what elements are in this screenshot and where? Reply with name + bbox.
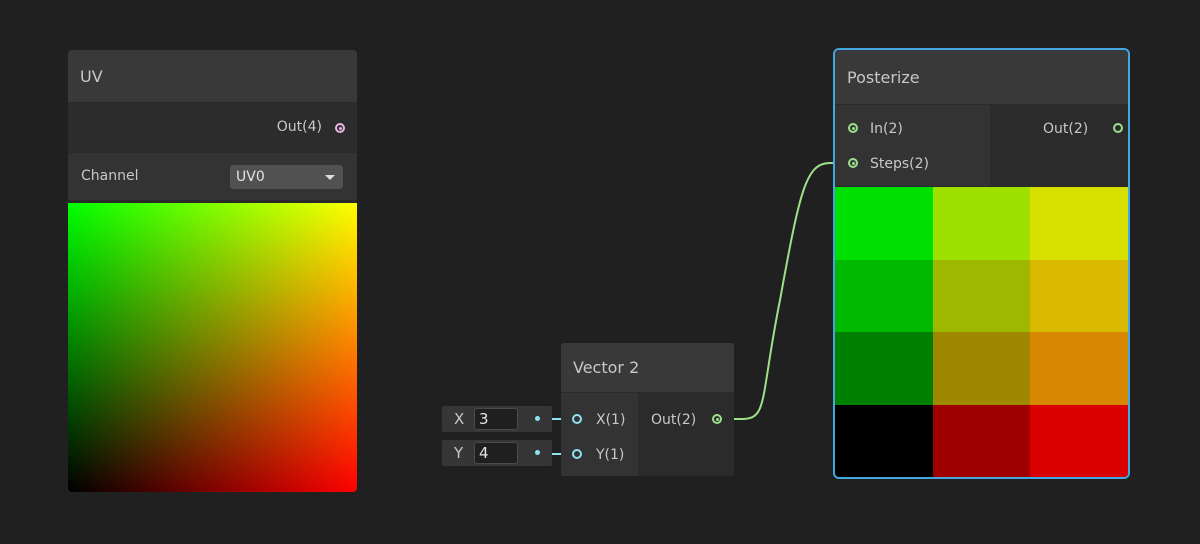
vector2-inputs: X(1) Y(1) [561,393,638,476]
uv-out-label: Out(4) [276,119,322,135]
vector2-outputs: Out(2) [638,393,734,476]
posterize-out-label: Out(2) [1043,121,1089,137]
y-value-field[interactable]: Y 4 [442,440,552,466]
chevron-down-icon [325,175,335,180]
y-input-port[interactable] [572,449,582,459]
in-input-port[interactable] [848,123,858,133]
steps-input-label: Steps(2) [870,156,930,172]
uv-preview [68,203,357,492]
uv-out-port[interactable] [335,123,345,133]
preview-cell [835,187,933,260]
posterize-preview [835,187,1128,477]
posterize-node-title[interactable]: Posterize [835,50,1128,104]
preview-cell [1030,332,1128,405]
vector2-node[interactable]: Vector 2 X(1) Y(1) Out(2) [561,343,734,476]
x-value-field[interactable]: X 3 [442,406,552,432]
vector2-out-port[interactable] [712,414,722,424]
uv-node-title[interactable]: UV [68,50,357,102]
preview-cell [835,332,933,405]
preview-cell [835,259,933,332]
x-axis-label: X [454,410,465,428]
y-axis-label: Y [454,444,464,462]
uv-outputs: Out(4) [68,103,357,152]
preview-cell [932,332,1031,405]
uv-settings: Channel UV0 [68,153,357,200]
y-input-label: Y(1) [596,447,625,463]
vector2-node-title[interactable]: Vector 2 [561,343,734,392]
y-value-input[interactable]: 4 [474,442,518,464]
x-input-port[interactable] [572,414,582,424]
preview-cell [1030,259,1128,332]
preview-cell [932,404,1031,477]
channel-dropdown[interactable]: UV0 [230,165,343,189]
preview-cell [1030,404,1128,477]
posterize-out-port[interactable] [1113,123,1123,133]
y-field-port-icon [535,450,540,455]
uv-node[interactable]: UV Out(4) Channel UV0 [68,50,357,492]
channel-dropdown-value: UV0 [236,169,265,185]
channel-label: Channel [81,168,139,184]
posterize-outputs: Out(2) [990,105,1128,186]
x-field-port-icon [535,416,540,421]
preview-cell [835,404,933,477]
preview-cell [932,187,1031,260]
x-value-input[interactable]: 3 [474,408,518,430]
vector2-out-label: Out(2) [651,412,697,428]
posterize-inputs: In(2) Steps(2) [835,105,990,186]
preview-cell [932,259,1031,332]
wire-vector2-to-posterize-steps[interactable] [722,162,850,420]
in-input-label: In(2) [870,121,903,137]
x-input-label: X(1) [596,412,626,428]
preview-cell [1030,187,1128,260]
steps-input-port[interactable] [848,158,858,168]
posterize-node[interactable]: Posterize In(2) Steps(2) Out(2) [833,48,1130,479]
